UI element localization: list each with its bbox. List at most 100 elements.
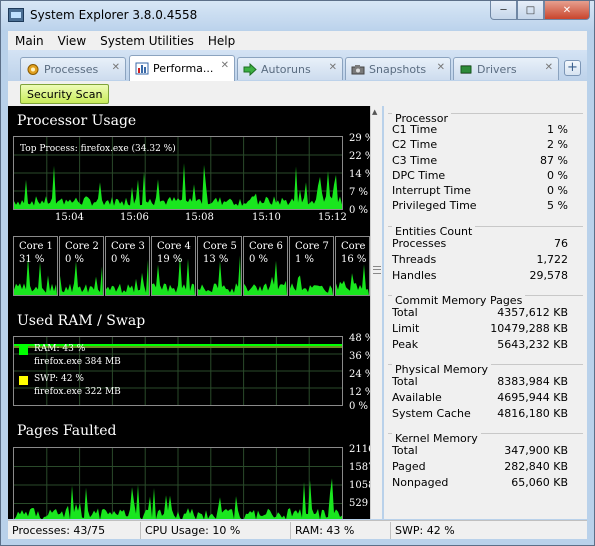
- cpu-xtick: 15:10: [252, 212, 281, 223]
- stat-label: Limit: [392, 322, 420, 335]
- app-window: System Explorer 3.8.0.4558 ─ □ ✕ Main Vi…: [0, 0, 595, 546]
- stat-value: 5 %: [547, 199, 568, 212]
- core-value: 1 %: [295, 254, 315, 265]
- core-value: 0 %: [65, 254, 85, 265]
- close-tab-icon[interactable]: ✕: [545, 62, 553, 73]
- tab-processes[interactable]: Processes ✕: [20, 57, 126, 80]
- chip-icon: [460, 64, 472, 74]
- minimize-button[interactable]: ─: [490, 1, 517, 20]
- stat-row: Threads 1,722: [392, 253, 568, 268]
- scroll-up-icon[interactable]: ▲: [372, 108, 377, 116]
- core-6-graph: Core 6 0 %: [243, 236, 288, 296]
- cpu-xtick: 15:08: [185, 212, 214, 223]
- stat-row: Processes 76: [392, 237, 568, 252]
- performance-icon: [135, 62, 149, 75]
- core-name: Core 6: [249, 241, 283, 252]
- stat-label: Privileged Time: [392, 199, 477, 212]
- ram-ytick: 12 %: [349, 387, 370, 398]
- menu-bar: Main View System Utilities Help: [8, 31, 587, 50]
- ram-legend-swatch: [19, 346, 28, 355]
- commit-memory-group: Commit Memory Pages Total 4357,612 KB Lim…: [388, 294, 583, 355]
- core-name: Core 8: [341, 241, 369, 252]
- swp-label: SWP: 42 %: [34, 374, 84, 384]
- pages-faulted-graph: [13, 447, 343, 519]
- stat-row: Total 347,900 KB: [392, 444, 568, 459]
- tab-drivers[interactable]: Drivers ✕: [453, 57, 559, 80]
- kernel-memory-group: Kernel Memory Total 347,900 KB Paged 282,8…: [388, 432, 583, 493]
- stat-row: Peak 5643,232 KB: [392, 338, 568, 353]
- tab-performance[interactable]: Performa... ✕: [129, 55, 235, 81]
- close-button[interactable]: ✕: [544, 1, 590, 20]
- core-name: Core 2: [65, 241, 99, 252]
- physical-memory-group: Physical Memory Total 8383,984 KB Availab…: [388, 363, 583, 424]
- pages-ytick: 1587: [349, 462, 370, 473]
- cpu-xtick: 15:12: [318, 212, 347, 223]
- tab-bar: Processes ✕ Performa... ✕ Autoruns ✕ Sna…: [8, 50, 587, 81]
- tab-label: Performa...: [153, 62, 214, 75]
- camera-icon: [351, 64, 365, 74]
- stat-value: 4816,180 KB: [497, 407, 568, 420]
- swp-top-process: firefox.exe 322 MB: [34, 387, 121, 397]
- stat-row: Handles 29,578: [392, 269, 568, 284]
- stat-label: Peak: [392, 338, 419, 351]
- core-2-graph: Core 2 0 %: [59, 236, 104, 296]
- window-controls: ─ □ ✕: [490, 1, 590, 21]
- tab-label: Drivers: [477, 62, 517, 76]
- close-tab-icon[interactable]: ✕: [112, 62, 120, 73]
- status-processes: Processes: 43/75: [8, 521, 141, 539]
- new-tab-button[interactable]: +: [564, 60, 581, 76]
- close-tab-icon[interactable]: ✕: [329, 62, 337, 73]
- core-name: Core 7: [295, 241, 329, 252]
- ram-ytick: 0 %: [349, 401, 369, 412]
- stat-value: 29,578: [529, 269, 569, 282]
- tab-label: Snapshots: [369, 62, 427, 76]
- toolbar: Security Scan: [8, 81, 587, 106]
- menu-help[interactable]: Help: [201, 34, 242, 48]
- core-value: 16 %: [341, 254, 367, 265]
- vertical-scrollbar[interactable]: ▲: [370, 106, 382, 519]
- security-scan-button[interactable]: Security Scan: [20, 84, 110, 104]
- stat-row: C3 Time 87 %: [392, 154, 568, 169]
- menu-view[interactable]: View: [51, 34, 93, 48]
- core-1-graph: Core 1 31 %: [13, 236, 58, 296]
- pages-faulted-title: Pages Faulted: [17, 423, 117, 439]
- core-7-graph: Core 7 1 %: [289, 236, 334, 296]
- stat-label: Total: [392, 306, 418, 319]
- menu-system-utilities[interactable]: System Utilities: [93, 34, 201, 48]
- pages-faulted-trace: [14, 448, 342, 519]
- activity-trace: [60, 261, 103, 295]
- stat-row: Limit 10479,288 KB: [392, 322, 568, 337]
- stat-label: Threads: [392, 253, 437, 266]
- ram-ytick: 24 %: [349, 369, 370, 380]
- maximize-button[interactable]: □: [517, 1, 544, 20]
- green-arrow-icon: [243, 62, 257, 76]
- ram-swap-graph: RAM: 43 % firefox.exe 384 MB SWP: 42 % f…: [13, 336, 343, 406]
- processor-group: Processor C1 Time 1 % C2 Time 2 % C3 Time 8…: [388, 112, 583, 217]
- gear-icon: [27, 63, 39, 75]
- scroll-grip[interactable]: [373, 266, 381, 274]
- core-value: 13 %: [203, 254, 229, 265]
- tab-snapshots[interactable]: Snapshots ✕: [345, 57, 451, 80]
- close-tab-icon[interactable]: ✕: [437, 62, 445, 73]
- stat-label: Processes: [392, 237, 447, 250]
- entities-count-group: Entities Count Processes 76 Threads 1,722 …: [388, 225, 583, 286]
- cpu-ytick: 14 %: [349, 169, 370, 180]
- status-swp: SWP: 42 %: [395, 523, 455, 537]
- stat-value: 282,840 KB: [504, 460, 568, 473]
- stat-value: 76: [554, 237, 568, 250]
- plus-icon: +: [567, 60, 578, 75]
- stat-label: Interrupt Time: [392, 184, 471, 197]
- cpu-ytick: 22 %: [349, 151, 370, 162]
- close-tab-icon[interactable]: ✕: [221, 60, 229, 71]
- stat-row: Available 4695,944 KB: [392, 391, 568, 406]
- stat-row: C1 Time 1 %: [392, 123, 568, 138]
- ram-ytick: 36 %: [349, 351, 370, 362]
- menu-main[interactable]: Main: [8, 34, 51, 48]
- stat-value: 4357,612 KB: [497, 306, 568, 319]
- minimize-icon: ─: [500, 4, 507, 16]
- tab-autoruns[interactable]: Autoruns ✕: [237, 57, 343, 80]
- activity-trace: [336, 264, 369, 295]
- maximize-icon: □: [525, 4, 536, 16]
- core-3-graph: Core 3 0 %: [105, 236, 150, 296]
- title-bar[interactable]: System Explorer 3.8.0.4558 ─ □ ✕: [1, 1, 594, 30]
